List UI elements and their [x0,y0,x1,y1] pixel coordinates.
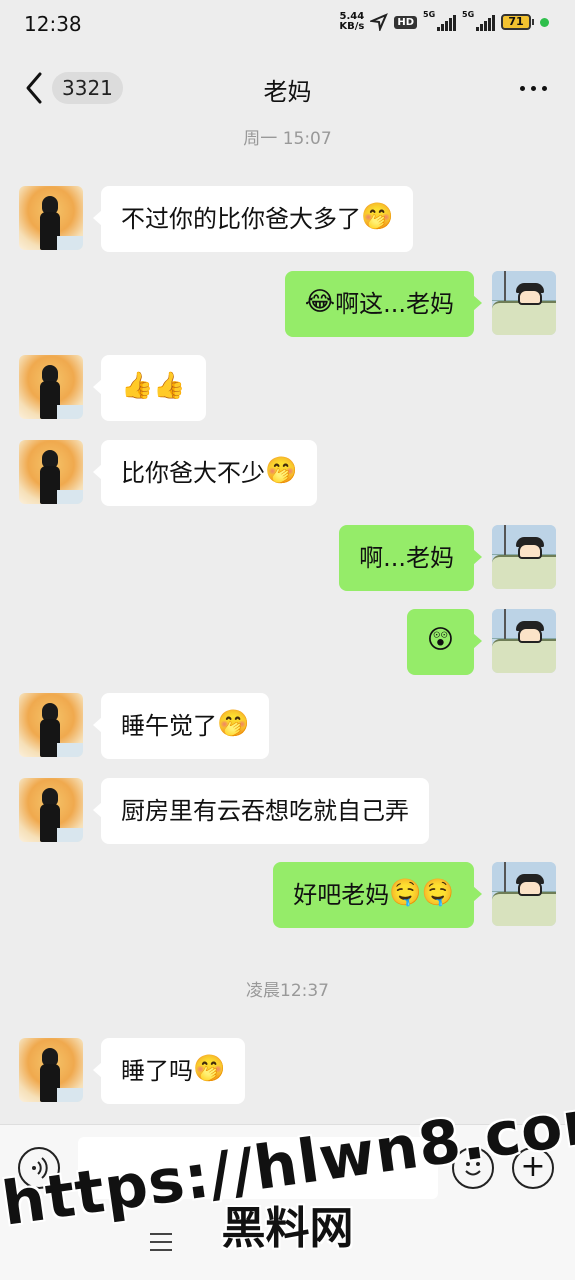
message-row: 😲 [0,609,575,675]
my-avatar[interactable] [492,271,556,335]
message-row: 睡了吗🤭 [0,1038,575,1104]
chat-title: 老妈 [263,78,312,106]
my-avatar[interactable] [492,862,556,926]
chevron-left-icon [26,72,42,104]
message-text: 睡了吗 [121,1057,193,1085]
message-text: 厨房里有云吞想吃就自己弄 [121,797,409,825]
chat-input-bar: + [0,1124,575,1280]
back-button[interactable] [22,70,48,106]
battery-level: 71 [501,14,531,30]
contact-avatar[interactable] [19,440,83,504]
message-bubble[interactable]: 睡了吗🤭 [92,1038,246,1104]
emoji-button[interactable] [452,1147,494,1189]
message-row: 不过你的比你爸大多了🤭 [0,186,575,252]
thumbs-up-emoji-icon: 👍👍 [121,371,186,401]
message-bubble[interactable]: 睡午觉了🤭 [92,693,270,759]
message-timestamp: 周一 15:07 [243,129,332,149]
contact-avatar[interactable] [19,355,83,419]
status-time: 12:38 [24,12,82,36]
location-arrow-icon [370,13,389,31]
contact-avatar[interactable] [19,693,83,757]
message-row: 睡午觉了🤭 [0,693,575,759]
nav-menu-icon[interactable] [150,1233,172,1257]
message-bubble[interactable]: 好吧老妈🤤🤤 [273,862,482,928]
shy-emoji-icon: 🤭 [361,202,394,232]
drooling-emoji-icon: 🤤🤤 [389,878,454,908]
privacy-indicator-icon [540,17,549,27]
voice-wave-icon [32,1157,48,1179]
message-bubble[interactable]: 比你爸大不少🤭 [92,440,318,506]
status-icons: 5.44 KB/s HD 5G 5G 71 [339,10,549,32]
message-row: 厨房里有云吞想吃就自己弄 [0,778,575,844]
message-bubble[interactable]: 厨房里有云吞想吃就自己弄 [93,778,429,844]
message-text: 好吧老妈 [293,881,390,909]
more-dots-icon [520,86,525,91]
message-bubble[interactable]: 👍👍 [93,355,206,421]
battery-icon: 71 [501,14,534,30]
message-bubble[interactable]: 😂啊这...老妈 [284,271,483,337]
message-row: 👍👍 [0,355,575,421]
laughing-emoji-icon: 😂 [304,287,336,317]
message-timestamp: 凌晨12:37 [246,981,329,1001]
surprised-emoji-icon: 😲 [426,625,454,655]
smiley-icon [465,1162,481,1176]
message-bubble[interactable]: 😲 [406,609,483,675]
unread-count-badge[interactable]: 3321 [52,72,123,104]
chat-header: 3321 老妈 [0,58,575,120]
message-text: 睡午觉了 [121,712,217,740]
message-text: 啊...老妈 [359,544,454,572]
shy-emoji-icon: 🤭 [265,456,298,486]
hd-voice-icon: HD [394,15,417,29]
message-input[interactable] [78,1137,438,1199]
message-bubble[interactable]: 不过你的比你爸大多了🤭 [92,186,414,252]
message-row: 比你爸大不少🤭 [0,440,575,506]
network-speed-unit: KB/s [339,21,365,32]
network-speed: 5.44 KB/s [339,12,364,32]
message-bubble[interactable]: 啊...老妈 [339,525,482,591]
message-text: 不过你的比你爸大多了 [121,205,361,233]
signal-icon-2: 5G [462,10,495,31]
my-avatar[interactable] [492,609,556,673]
message-text: 比你爸大不少 [121,459,265,487]
more-actions-button[interactable]: + [512,1147,554,1189]
more-options-button[interactable] [520,86,547,91]
shy-emoji-icon: 🤭 [217,709,250,739]
my-avatar[interactable] [492,525,556,589]
message-row: 啊...老妈 [0,525,575,591]
shy-emoji-icon: 🤭 [193,1054,226,1084]
message-row: 😂啊这...老妈 [0,271,575,337]
message-row: 好吧老妈🤤🤤 [0,862,575,928]
signal-icon-1: 5G [423,10,456,31]
message-text: 啊这...老妈 [335,290,454,318]
contact-avatar[interactable] [19,1038,83,1102]
voice-input-button[interactable] [18,1147,60,1189]
status-bar: 12:38 5.44 KB/s HD 5G 5G 71 [0,0,575,50]
contact-avatar[interactable] [19,186,83,250]
plus-icon: + [520,1149,546,1184]
contact-avatar[interactable] [19,778,83,842]
